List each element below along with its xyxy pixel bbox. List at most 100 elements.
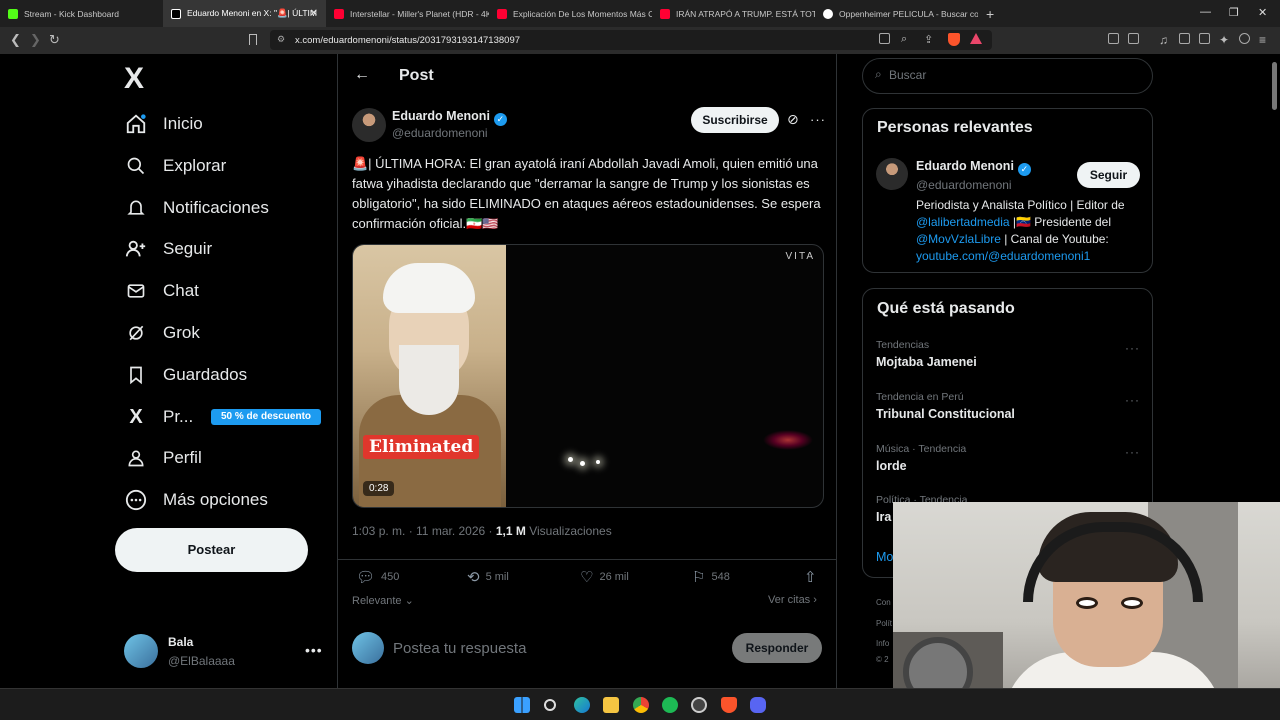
- taskbar-search-icon[interactable]: [544, 699, 556, 711]
- reload-icon[interactable]: ↻: [49, 32, 60, 48]
- chrome-icon[interactable]: [633, 697, 649, 713]
- trend-more-icon[interactable]: ···: [1125, 445, 1140, 459]
- show-more-link[interactable]: Mo: [876, 550, 893, 564]
- share-action[interactable]: ⇧: [804, 568, 823, 586]
- nav-home[interactable]: Inicio: [124, 104, 203, 144]
- nav-follow[interactable]: Seguir: [124, 229, 212, 269]
- new-tab-button[interactable]: +: [986, 6, 994, 22]
- follow-button[interactable]: Seguir: [1077, 162, 1140, 188]
- nav-grok[interactable]: Grok: [124, 313, 200, 353]
- trend-name[interactable]: lorde: [876, 459, 907, 473]
- browser-tab[interactable]: Stream - Kick Dashboard: [0, 0, 163, 27]
- footer-link[interactable]: © 2: [876, 655, 889, 664]
- footer-link[interactable]: Polít: [876, 619, 892, 628]
- post-button[interactable]: Postear: [115, 528, 308, 572]
- brave-shield-icon[interactable]: [948, 33, 960, 46]
- windows-start-icon[interactable]: [514, 697, 530, 713]
- trends-title: Qué está pasando: [877, 300, 1015, 317]
- wallet-2-icon[interactable]: [1199, 33, 1210, 44]
- discord-icon[interactable]: [750, 697, 766, 713]
- bio-youtube-link[interactable]: youtube.com/@eduardomenoni1: [916, 249, 1090, 263]
- browser-tab[interactable]: Explicación De Los Momentos Más C: [489, 0, 652, 27]
- close-tab-icon[interactable]: ✕: [310, 8, 318, 19]
- wallet-icon[interactable]: [1128, 33, 1139, 44]
- video-player[interactable]: Eliminated 0:28 VITA: [352, 244, 824, 508]
- edge-icon[interactable]: [574, 697, 590, 713]
- close-window-icon[interactable]: ✕: [1258, 6, 1267, 19]
- zoom-icon[interactable]: ⌕: [901, 33, 907, 46]
- browser-tab[interactable]: Oppenheimer PELICULA - Buscar cor: [815, 0, 978, 27]
- sidebar-toggle-icon[interactable]: [1179, 33, 1190, 44]
- minimize-icon[interactable]: —: [1200, 6, 1211, 18]
- menu-icon[interactable]: ≡: [1259, 33, 1266, 47]
- nav-more[interactable]: Más opciones: [124, 480, 268, 520]
- author-handle[interactable]: @eduardomenoni: [392, 126, 488, 140]
- browser-tab[interactable]: Interstellar - Miller's Planet (HDR - 4K: [326, 0, 489, 27]
- nav-bookmarks[interactable]: Guardados: [124, 355, 247, 395]
- nav-notifications[interactable]: Notificaciones: [124, 188, 269, 228]
- footer-link[interactable]: Info: [876, 639, 889, 648]
- author-name[interactable]: Eduardo Menoni ✓: [392, 109, 507, 126]
- browser-tab-active[interactable]: Eduardo Menoni en X: "🚨| ÚLTIM ✕: [163, 0, 326, 27]
- views-label: Visualizaciones: [525, 524, 612, 538]
- sort-replies-dropdown[interactable]: Relevante ⌄: [352, 594, 414, 607]
- trend-name[interactable]: Mojtaba Jamenei: [876, 355, 977, 369]
- trend-more-icon[interactable]: ···: [1125, 393, 1140, 407]
- url-text[interactable]: x.com/eduardomenoni/status/2031793193147…: [295, 35, 520, 46]
- nav-explore[interactable]: Explorar: [124, 146, 226, 186]
- media-icon[interactable]: ♫: [1159, 33, 1168, 47]
- webcam-eye: [1121, 597, 1143, 609]
- author-avatar[interactable]: [352, 108, 386, 142]
- brave-icon[interactable]: [721, 697, 737, 713]
- like-action[interactable]: ♡ 26 mil: [580, 568, 629, 586]
- bio-mention-link[interactable]: @MovVzlaLibre: [916, 232, 1001, 246]
- trend-more-icon[interactable]: ···: [1125, 341, 1140, 355]
- nav-premium[interactable]: X Pr...: [124, 397, 193, 437]
- vpn-icon[interactable]: [1239, 33, 1250, 44]
- subscribe-button[interactable]: Suscribirse: [691, 107, 779, 133]
- bell-icon: [124, 196, 148, 220]
- nav-profile[interactable]: Perfil: [124, 438, 202, 478]
- extensions-icon[interactable]: [1108, 33, 1119, 44]
- reply-input[interactable]: Postea tu respuesta: [393, 640, 526, 657]
- forward-nav-icon[interactable]: ❯: [30, 32, 41, 48]
- cast-icon[interactable]: [879, 33, 890, 44]
- spotify-icon[interactable]: [662, 697, 678, 713]
- file-explorer-icon[interactable]: [603, 697, 619, 713]
- share-icon[interactable]: ⇪: [924, 33, 933, 46]
- bio-mention-link[interactable]: @lalibertadmedia: [916, 215, 1010, 229]
- relevant-name[interactable]: Eduardo Menoni ✓: [916, 159, 1031, 176]
- x-logo[interactable]: X: [124, 62, 144, 96]
- bookmark-page-icon[interactable]: [249, 34, 257, 45]
- site-info-icon[interactable]: ⚙: [277, 34, 285, 45]
- video-watermark: VITA: [785, 251, 815, 262]
- repost-action[interactable]: ⟲ 5 mil: [467, 568, 509, 586]
- page-scrollbar[interactable]: [1272, 62, 1277, 110]
- nav-chat[interactable]: Chat: [124, 271, 199, 311]
- post-more-icon[interactable]: ···: [810, 112, 826, 127]
- tab-title: Oppenheimer PELICULA - Buscar cor: [839, 8, 978, 19]
- back-arrow-icon[interactable]: ←: [354, 66, 370, 84]
- grok-explain-icon[interactable]: ⊘: [787, 111, 799, 128]
- trend-name[interactable]: Tribunal Constitucional: [876, 407, 1015, 421]
- brave-rewards-icon[interactable]: [970, 33, 982, 44]
- maximize-icon[interactable]: ❐: [1229, 6, 1239, 19]
- trend-name[interactable]: Ira: [876, 510, 891, 524]
- bookmark-action[interactable]: ⚐ 548: [692, 568, 730, 586]
- account-avatar[interactable]: [124, 634, 158, 668]
- premium-discount-badge[interactable]: 50 % de descuento: [211, 409, 321, 425]
- reply-action[interactable]: 💬︎ 450: [356, 568, 399, 586]
- relevant-avatar[interactable]: [876, 158, 908, 190]
- obs-icon[interactable]: [691, 697, 707, 713]
- account-more-icon[interactable]: •••: [305, 642, 323, 658]
- account-name[interactable]: Bala: [168, 635, 193, 649]
- fire-glow: [763, 430, 813, 450]
- view-quotes-link[interactable]: Ver citas ›: [768, 594, 817, 606]
- nav-label: Pr...: [163, 407, 194, 426]
- back-nav-icon[interactable]: ❮: [10, 32, 21, 48]
- footer-link[interactable]: Con: [876, 598, 891, 607]
- browser-tab[interactable]: IRÁN ATRAPÓ A TRUMP. ESTÁ TOTAL: [652, 0, 815, 27]
- leo-ai-icon[interactable]: ✦: [1219, 33, 1229, 47]
- search-input[interactable]: [889, 66, 1139, 84]
- reply-button[interactable]: Responder: [732, 633, 822, 663]
